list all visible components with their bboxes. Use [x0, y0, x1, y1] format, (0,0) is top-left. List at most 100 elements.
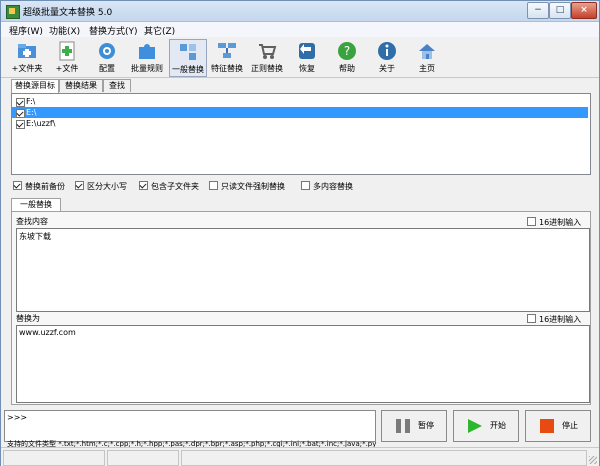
- subfolder-checkbox[interactable]: [139, 181, 148, 190]
- homepage-button[interactable]: 主页: [409, 39, 445, 75]
- close-button[interactable]: ×: [571, 2, 597, 19]
- hex-label: 16进制输入: [539, 315, 582, 324]
- gear-icon: [99, 43, 115, 59]
- find-label: 查找内容: [16, 217, 48, 226]
- svg-text:?: ?: [344, 44, 350, 58]
- stop-label: 停止: [562, 421, 578, 430]
- add-folder-label: +文件夹: [11, 64, 43, 73]
- replace-icon: [180, 44, 196, 60]
- add-file-label: +文件: [55, 64, 79, 73]
- restore-icon: [299, 43, 315, 59]
- stop-button[interactable]: 停止: [525, 410, 591, 442]
- pause-button[interactable]: 暂停: [381, 410, 447, 442]
- menu-function[interactable]: 功能(X): [49, 24, 80, 37]
- option-case-sensitive[interactable]: 区分大小写: [75, 180, 127, 192]
- find-hex-option[interactable]: 16进制输入: [527, 216, 581, 228]
- stop-icon: [540, 419, 554, 433]
- toolbar: +文件夹 +文件 配置 批量规则 一般替换 特征替换 正则替换 恢复 ? 帮助 …: [1, 37, 599, 78]
- find-input[interactable]: 东坡下载: [16, 228, 590, 312]
- homepage-label: 主页: [419, 64, 435, 73]
- replace-label: 替换为: [16, 314, 40, 323]
- regex-replace-label: 正则替换: [251, 64, 283, 73]
- feature-replace-button[interactable]: 特征替换: [209, 39, 245, 75]
- replace-hex-checkbox[interactable]: [527, 314, 536, 323]
- tab-general-replace[interactable]: 一般替换: [11, 198, 61, 211]
- general-replace-label: 一般替换: [172, 65, 204, 74]
- case-checkbox[interactable]: [75, 181, 84, 190]
- find-hex-checkbox[interactable]: [527, 217, 536, 226]
- window-title: 超级批量文本替换 5.0: [23, 8, 113, 18]
- list-item-selected[interactable]: E:\: [12, 107, 588, 118]
- menu-replace-mode[interactable]: 替换方式(Y): [89, 24, 138, 37]
- play-icon: [468, 419, 482, 433]
- tab-find[interactable]: 查找: [103, 79, 131, 92]
- feature-replace-label: 特征替换: [211, 64, 243, 73]
- puzzle-icon: [139, 44, 155, 59]
- config-label: 配置: [99, 64, 115, 73]
- option-label: 区分大小写: [87, 182, 127, 191]
- hex-label: 16进制输入: [539, 218, 582, 227]
- help-label: 帮助: [339, 64, 355, 73]
- title-bar: 超级批量文本替换 5.0 − □ ×: [1, 1, 599, 22]
- option-label: 替换前备份: [25, 182, 65, 191]
- list-item[interactable]: F:\: [12, 96, 588, 107]
- menu-other[interactable]: 其它(Z): [144, 24, 175, 37]
- target-checkbox[interactable]: [16, 98, 25, 107]
- general-replace-button[interactable]: 一般替换: [169, 39, 207, 77]
- replace-frame: 查找内容 16进制输入 东坡下载 替换为 16进制输入 www.uzzf.com: [11, 211, 591, 405]
- config-button[interactable]: 配置: [89, 39, 125, 75]
- option-force-readonly[interactable]: 只读文件强制替换: [209, 180, 285, 192]
- option-label: 多内容替换: [313, 182, 353, 191]
- menu-program[interactable]: 程序(W): [9, 24, 43, 37]
- start-button[interactable]: 开始: [453, 410, 519, 442]
- help-button[interactable]: ? 帮助: [329, 39, 365, 75]
- replace-input[interactable]: www.uzzf.com: [16, 325, 590, 403]
- about-label: 关于: [379, 64, 395, 73]
- multi-checkbox[interactable]: [301, 181, 310, 190]
- help-icon: ?: [338, 42, 356, 60]
- file-add-icon: [59, 41, 75, 61]
- log-prompt: >>>: [7, 413, 28, 422]
- target-path: F:\: [26, 97, 36, 106]
- folder-add-icon: [18, 44, 36, 58]
- restore-button[interactable]: 恢复: [289, 39, 325, 75]
- tab-replace-result[interactable]: 替换结果: [59, 79, 103, 92]
- target-path: E:\: [26, 108, 37, 117]
- replace-hex-option[interactable]: 16进制输入: [527, 313, 581, 325]
- start-label: 开始: [490, 421, 506, 430]
- main-window: 超级批量文本替换 5.0 − □ × 程序(W) 功能(X) 替换方式(Y) 其…: [0, 0, 600, 466]
- menu-bar: 程序(W) 功能(X) 替换方式(Y) 其它(Z): [1, 22, 599, 38]
- status-segment: [3, 450, 105, 466]
- regex-replace-button[interactable]: 正则替换: [249, 39, 285, 75]
- info-icon: [378, 42, 396, 60]
- batch-rules-label: 批量规则: [131, 64, 163, 73]
- add-file-button[interactable]: +文件: [49, 39, 85, 75]
- option-label: 只读文件强制替换: [221, 182, 285, 191]
- options-row: 替换前备份 区分大小写 包含子文件夹 只读文件强制替换 多内容替换: [11, 179, 589, 193]
- backup-checkbox[interactable]: [13, 181, 22, 190]
- option-multi-content[interactable]: 多内容替换: [301, 180, 353, 192]
- target-path: E:\uzzf\: [26, 119, 56, 128]
- maximize-button[interactable]: □: [549, 2, 571, 19]
- target-checkbox[interactable]: [16, 109, 25, 118]
- feature-replace-icon: [218, 43, 236, 58]
- target-checkbox[interactable]: [16, 120, 25, 129]
- option-subfolders[interactable]: 包含子文件夹: [139, 180, 199, 192]
- target-list[interactable]: F:\ E:\ E:\uzzf\: [11, 93, 591, 175]
- about-button[interactable]: 关于: [369, 39, 405, 75]
- add-folder-button[interactable]: +文件夹: [9, 39, 45, 75]
- pause-label: 暂停: [418, 421, 434, 430]
- status-segment: [107, 450, 179, 466]
- status-bar: [1, 447, 599, 466]
- resize-grip[interactable]: [587, 454, 597, 464]
- minimize-button[interactable]: −: [527, 2, 549, 19]
- option-backup[interactable]: 替换前备份: [13, 180, 65, 192]
- batch-rules-button[interactable]: 批量规则: [129, 39, 165, 75]
- readonly-checkbox[interactable]: [209, 181, 218, 190]
- option-label: 包含子文件夹: [151, 182, 199, 191]
- list-item[interactable]: E:\uzzf\: [12, 118, 588, 129]
- restore-label: 恢复: [299, 64, 315, 73]
- tab-replace-source[interactable]: 替换源目标: [11, 79, 59, 93]
- cart-icon: [259, 44, 277, 59]
- log-area[interactable]: >>>: [4, 410, 376, 442]
